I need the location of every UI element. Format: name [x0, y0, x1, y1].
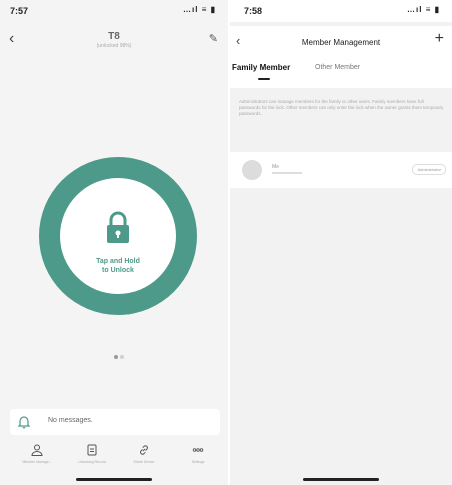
home-indicator — [303, 478, 379, 481]
unlock-label-line2: to Unlock — [102, 267, 134, 274]
member-tabs: Family Member Other Member — [230, 56, 452, 88]
status-system-icons: …ıl ≡ ▮ — [407, 5, 440, 14]
member-notice: Administrators can manage members for th… — [239, 99, 444, 116]
record-icon — [87, 444, 97, 456]
link-icon — [140, 445, 148, 455]
tab-family-member[interactable]: Family Member — [232, 63, 290, 72]
tab-label: Settings — [191, 460, 205, 464]
device-title: T8 — [108, 31, 120, 42]
message-bar[interactable]: No messages. — [10, 409, 220, 435]
member-management-screen: 7:58 …ıl ≡ ▮ ‹ Member Management + Famil… — [230, 0, 452, 485]
member-name: Me — [272, 164, 279, 170]
edit-icon[interactable]: ✎ — [209, 32, 218, 45]
unlock-label: Tap and Hold to Unlock — [60, 257, 176, 275]
device-subtitle: (unlocked 98%) — [96, 43, 132, 49]
bell-icon — [18, 416, 30, 429]
lock-screen: 7:57 …ıl ≡ ▮ ‹ T8 (unlocked 98%) ✎ Tap a… — [0, 0, 228, 485]
page-indicator — [114, 346, 126, 364]
active-tab-underline — [258, 78, 270, 80]
page-dot — [120, 355, 124, 359]
status-system-icons: …ıl ≡ ▮ — [183, 5, 216, 14]
tab-member-manage[interactable]: Member Manage... — [15, 444, 59, 464]
member-header: ‹ Member Management + — [230, 26, 452, 56]
tab-settings[interactable]: Settings — [176, 444, 220, 464]
tab-unlocking-record[interactable]: Unlocking Record — [70, 444, 114, 464]
unlock-label-line1: Tap and Hold — [96, 258, 140, 265]
add-icon[interactable]: + — [435, 30, 444, 48]
more-icon — [192, 448, 204, 452]
lock-icon — [107, 211, 129, 243]
member-detail-line — [272, 172, 302, 174]
bottom-tabbar: Member Manage... Unlocking Record Share … — [0, 444, 228, 474]
tab-share-device[interactable]: Share Device — [122, 444, 166, 464]
role-badge: Administrator — [412, 164, 446, 175]
page-title: Member Management — [301, 38, 381, 47]
member-row[interactable]: Me Administrator — [230, 152, 452, 188]
tab-label: Share Device — [133, 460, 155, 464]
status-time: 7:58 — [244, 6, 263, 16]
message-text: No messages. — [48, 417, 93, 424]
tab-other-member[interactable]: Other Member — [315, 64, 360, 71]
status-bar: 7:57 …ıl ≡ ▮ — [0, 0, 228, 22]
status-time: 7:57 — [10, 6, 29, 16]
tab-label: Member Manage... — [22, 460, 52, 464]
home-indicator — [76, 478, 152, 481]
tab-label: Unlocking Record — [78, 460, 106, 464]
page-dot-active — [114, 355, 118, 359]
person-icon — [31, 444, 43, 456]
lock-header: ‹ T8 (unlocked 98%) ✎ — [0, 26, 228, 56]
status-bar: 7:58 …ıl ≡ ▮ — [230, 0, 452, 22]
avatar — [242, 160, 262, 180]
